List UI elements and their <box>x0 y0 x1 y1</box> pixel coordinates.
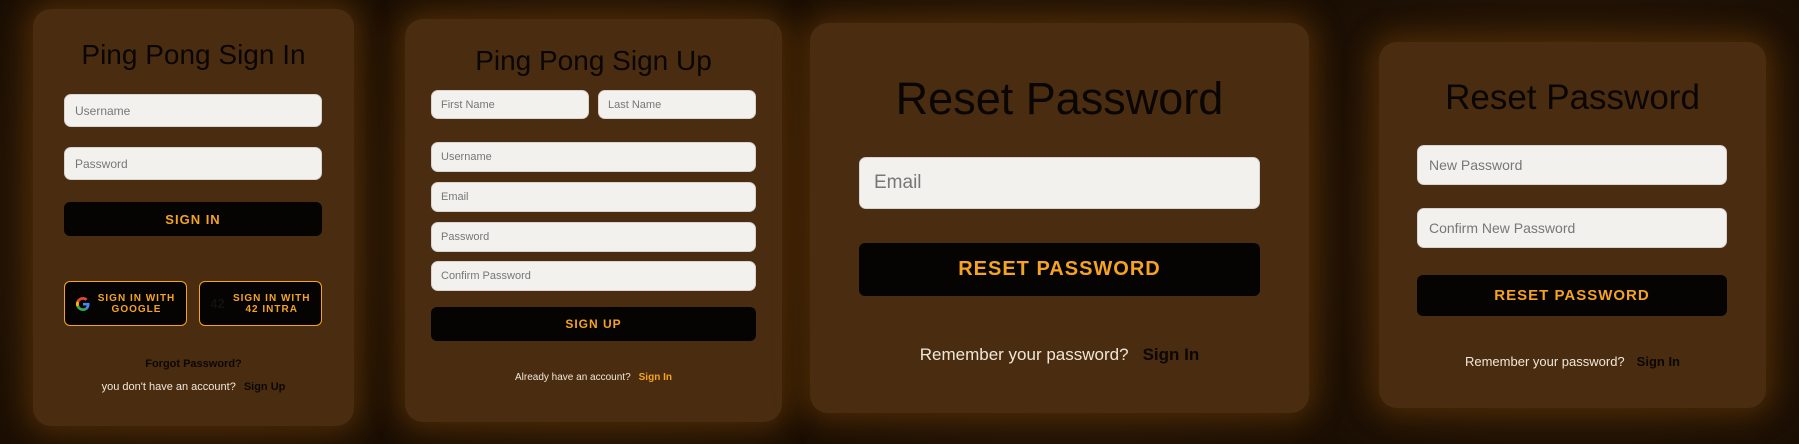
page-title: Reset Password <box>895 73 1224 124</box>
email-input[interactable]: Email <box>431 182 756 212</box>
reset-request-card: Reset Password Email RESET PASSWORD Reme… <box>810 23 1309 413</box>
google-button-label: SIGN IN WITH GOOGLE <box>97 292 176 315</box>
username-input[interactable]: Username <box>64 94 322 127</box>
have-account-text: Already have an account? <box>515 372 631 383</box>
reset-confirm-card: Reset Password New Password Confirm New … <box>1379 42 1766 408</box>
confirm-password-input[interactable]: Confirm Password <box>431 261 756 291</box>
google-icon <box>75 296 90 311</box>
signin-prompt: Already have an account? Sign In <box>405 372 782 383</box>
signin-card: Ping Pong Sign In Username Password SIGN… <box>33 9 354 426</box>
remember-prompt: Remember your password? Sign In <box>1379 354 1766 369</box>
confirm-new-password-input[interactable]: Confirm New Password <box>1417 208 1727 248</box>
signin-link[interactable]: Sign In <box>1637 354 1680 369</box>
reset-password-button[interactable]: RESET PASSWORD <box>1417 275 1727 316</box>
new-password-input[interactable]: New Password <box>1417 145 1727 185</box>
page-title: Ping Pong Sign In <box>81 39 306 70</box>
signin-link[interactable]: Sign In <box>1143 345 1200 365</box>
intra-button-label: SIGN IN WITH 42 INTRA <box>232 292 311 315</box>
sign-in-google-button[interactable]: SIGN IN WITH GOOGLE <box>64 281 187 326</box>
signup-prompt: you don't have an account? Sign Up <box>33 381 354 393</box>
reset-password-button[interactable]: RESET PASSWORD <box>859 243 1260 296</box>
remember-text: Remember your password? <box>1464 354 1625 369</box>
signin-link[interactable]: Sign In <box>639 372 672 383</box>
remember-text: Remember your password? <box>919 345 1129 364</box>
no-account-text: you don't have an account? <box>101 381 236 393</box>
page-title: Ping Pong Sign Up <box>475 45 712 76</box>
forgot-password-link[interactable]: Forgot Password? <box>33 358 354 370</box>
password-input[interactable]: Password <box>431 222 756 252</box>
signup-link[interactable]: Sign Up <box>244 381 286 393</box>
sign-in-button[interactable]: SIGN IN <box>64 202 322 236</box>
last-name-input[interactable]: Last Name <box>598 90 756 119</box>
intra-42-icon: 42 <box>210 296 225 311</box>
remember-prompt: Remember your password? Sign In <box>810 345 1309 365</box>
page-title: Reset Password <box>1445 78 1700 117</box>
signup-card: Ping Pong Sign Up First Name Last Name U… <box>405 19 782 422</box>
sign-up-button[interactable]: SIGN UP <box>431 307 756 341</box>
password-input[interactable]: Password <box>64 147 322 180</box>
username-input[interactable]: Username <box>431 142 756 172</box>
sign-in-intra-button[interactable]: 42 SIGN IN WITH 42 INTRA <box>199 281 322 326</box>
email-input[interactable]: Email <box>859 157 1260 209</box>
first-name-input[interactable]: First Name <box>431 90 589 119</box>
